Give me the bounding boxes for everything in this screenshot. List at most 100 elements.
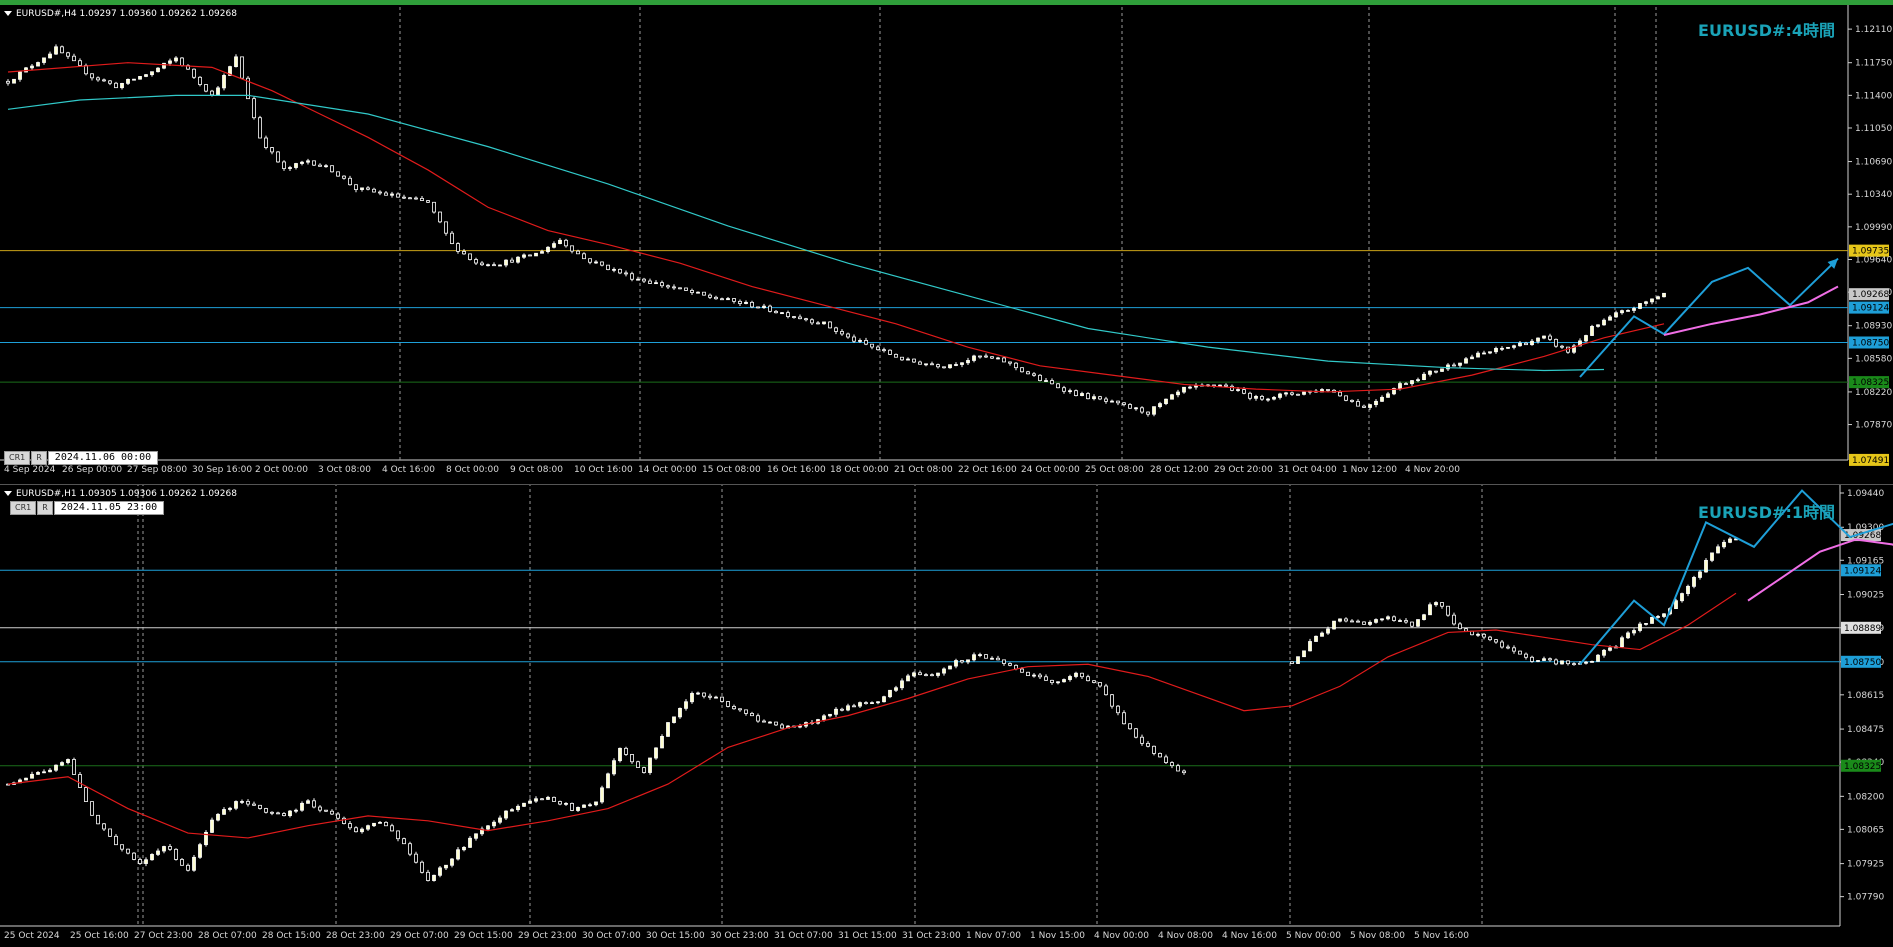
candle [1398, 618, 1402, 622]
candle [144, 74, 148, 78]
candle [270, 146, 274, 155]
candle [1116, 400, 1120, 406]
candle [870, 343, 874, 350]
candle [1158, 401, 1162, 409]
candle [834, 707, 838, 717]
candle [930, 361, 934, 366]
candle [918, 360, 922, 365]
candle [216, 86, 220, 96]
candle [750, 711, 754, 717]
candle [546, 795, 550, 801]
candle [666, 722, 670, 737]
h1-chart-panel[interactable]: 1.094401.093001.091651.090251.088891.087… [0, 484, 1893, 947]
candle [216, 813, 220, 822]
candle [276, 151, 280, 163]
candle [24, 66, 28, 73]
candle [114, 834, 118, 846]
candle [612, 267, 616, 273]
candle [1068, 674, 1072, 682]
candle [324, 809, 328, 812]
candle [186, 64, 190, 70]
candle [1104, 396, 1108, 404]
time-tick-label: 10 Oct 16:00 [574, 465, 633, 475]
forecast-curve-line [1663, 285, 1839, 337]
chevron-down-icon[interactable] [4, 491, 12, 496]
candle [90, 801, 94, 816]
candle [744, 300, 748, 305]
candle [1548, 657, 1552, 662]
candle [552, 241, 556, 249]
time-tick-label: 27 Sep 08:00 [127, 465, 187, 475]
candle [996, 356, 1000, 360]
candle [222, 807, 226, 815]
candle [174, 56, 178, 63]
candle [1188, 385, 1192, 390]
candle [468, 836, 472, 848]
candle [264, 807, 268, 814]
candle [858, 701, 862, 708]
h1-crosshair-time: 2024.11.05 23:00 [53, 501, 165, 515]
candle [156, 848, 160, 857]
candle [654, 747, 658, 760]
candle [12, 78, 16, 84]
candle [1062, 678, 1066, 683]
candle [252, 801, 256, 806]
candle [882, 695, 886, 703]
candle [882, 347, 886, 353]
candle [840, 329, 844, 336]
candle [336, 812, 340, 821]
candle [1728, 537, 1732, 544]
candle [774, 721, 778, 727]
candle [198, 76, 202, 87]
h4-chart-canvas[interactable]: 1.12110 1.11750 1.11400 1.11050 1.10690 1.103… [0, 5, 1893, 481]
candle [372, 187, 376, 193]
candle [444, 864, 448, 871]
candle [1098, 682, 1102, 688]
candle [1350, 399, 1354, 403]
candle [726, 701, 730, 708]
candle [918, 670, 922, 676]
candle [846, 703, 850, 712]
candle [1620, 635, 1624, 648]
candle [1362, 621, 1366, 625]
candle [372, 822, 376, 828]
candle [1482, 632, 1486, 640]
candle [414, 196, 418, 200]
candle [126, 78, 130, 86]
h4-symbol-text: EURUSD#,H4 1.09297 1.09360 1.09262 1.092… [16, 9, 237, 19]
h1-chart-canvas[interactable]: 1.094401.093001.091651.090251.088891.087… [0, 485, 1893, 947]
candle [1554, 338, 1558, 348]
candle [312, 798, 316, 809]
candle [756, 713, 760, 723]
candle [1266, 397, 1270, 402]
r-button[interactable]: R [31, 451, 47, 465]
candle [300, 160, 304, 166]
candle [984, 353, 988, 359]
candle [402, 194, 406, 200]
candle [1080, 672, 1084, 679]
cr1-button[interactable]: CR1 [10, 501, 37, 515]
candle [1038, 673, 1042, 679]
candle [1458, 622, 1462, 630]
candle [1692, 575, 1696, 589]
cr1-button[interactable]: CR1 [4, 451, 31, 465]
candle [498, 815, 502, 825]
candle [378, 820, 382, 824]
candle [678, 287, 682, 290]
candle [1008, 662, 1012, 667]
candle [210, 817, 214, 833]
candle [774, 309, 778, 314]
candle [1440, 368, 1444, 372]
candle [786, 310, 790, 319]
candle [828, 321, 832, 329]
candle [1410, 380, 1414, 386]
candle [126, 848, 130, 855]
chevron-down-icon[interactable] [4, 11, 12, 16]
time-tick-label: 18 Oct 00:00 [830, 465, 889, 475]
r-button[interactable]: R [37, 501, 53, 515]
h1-symbol-text: EURUSD#,H1 1.09305 1.09306 1.09262 1.092… [16, 489, 237, 499]
candle [594, 801, 598, 807]
candle [426, 869, 430, 882]
h4-chart-panel[interactable]: 1.12110 1.11750 1.11400 1.11050 1.10690 1.103… [0, 0, 1893, 481]
candle [66, 758, 70, 765]
